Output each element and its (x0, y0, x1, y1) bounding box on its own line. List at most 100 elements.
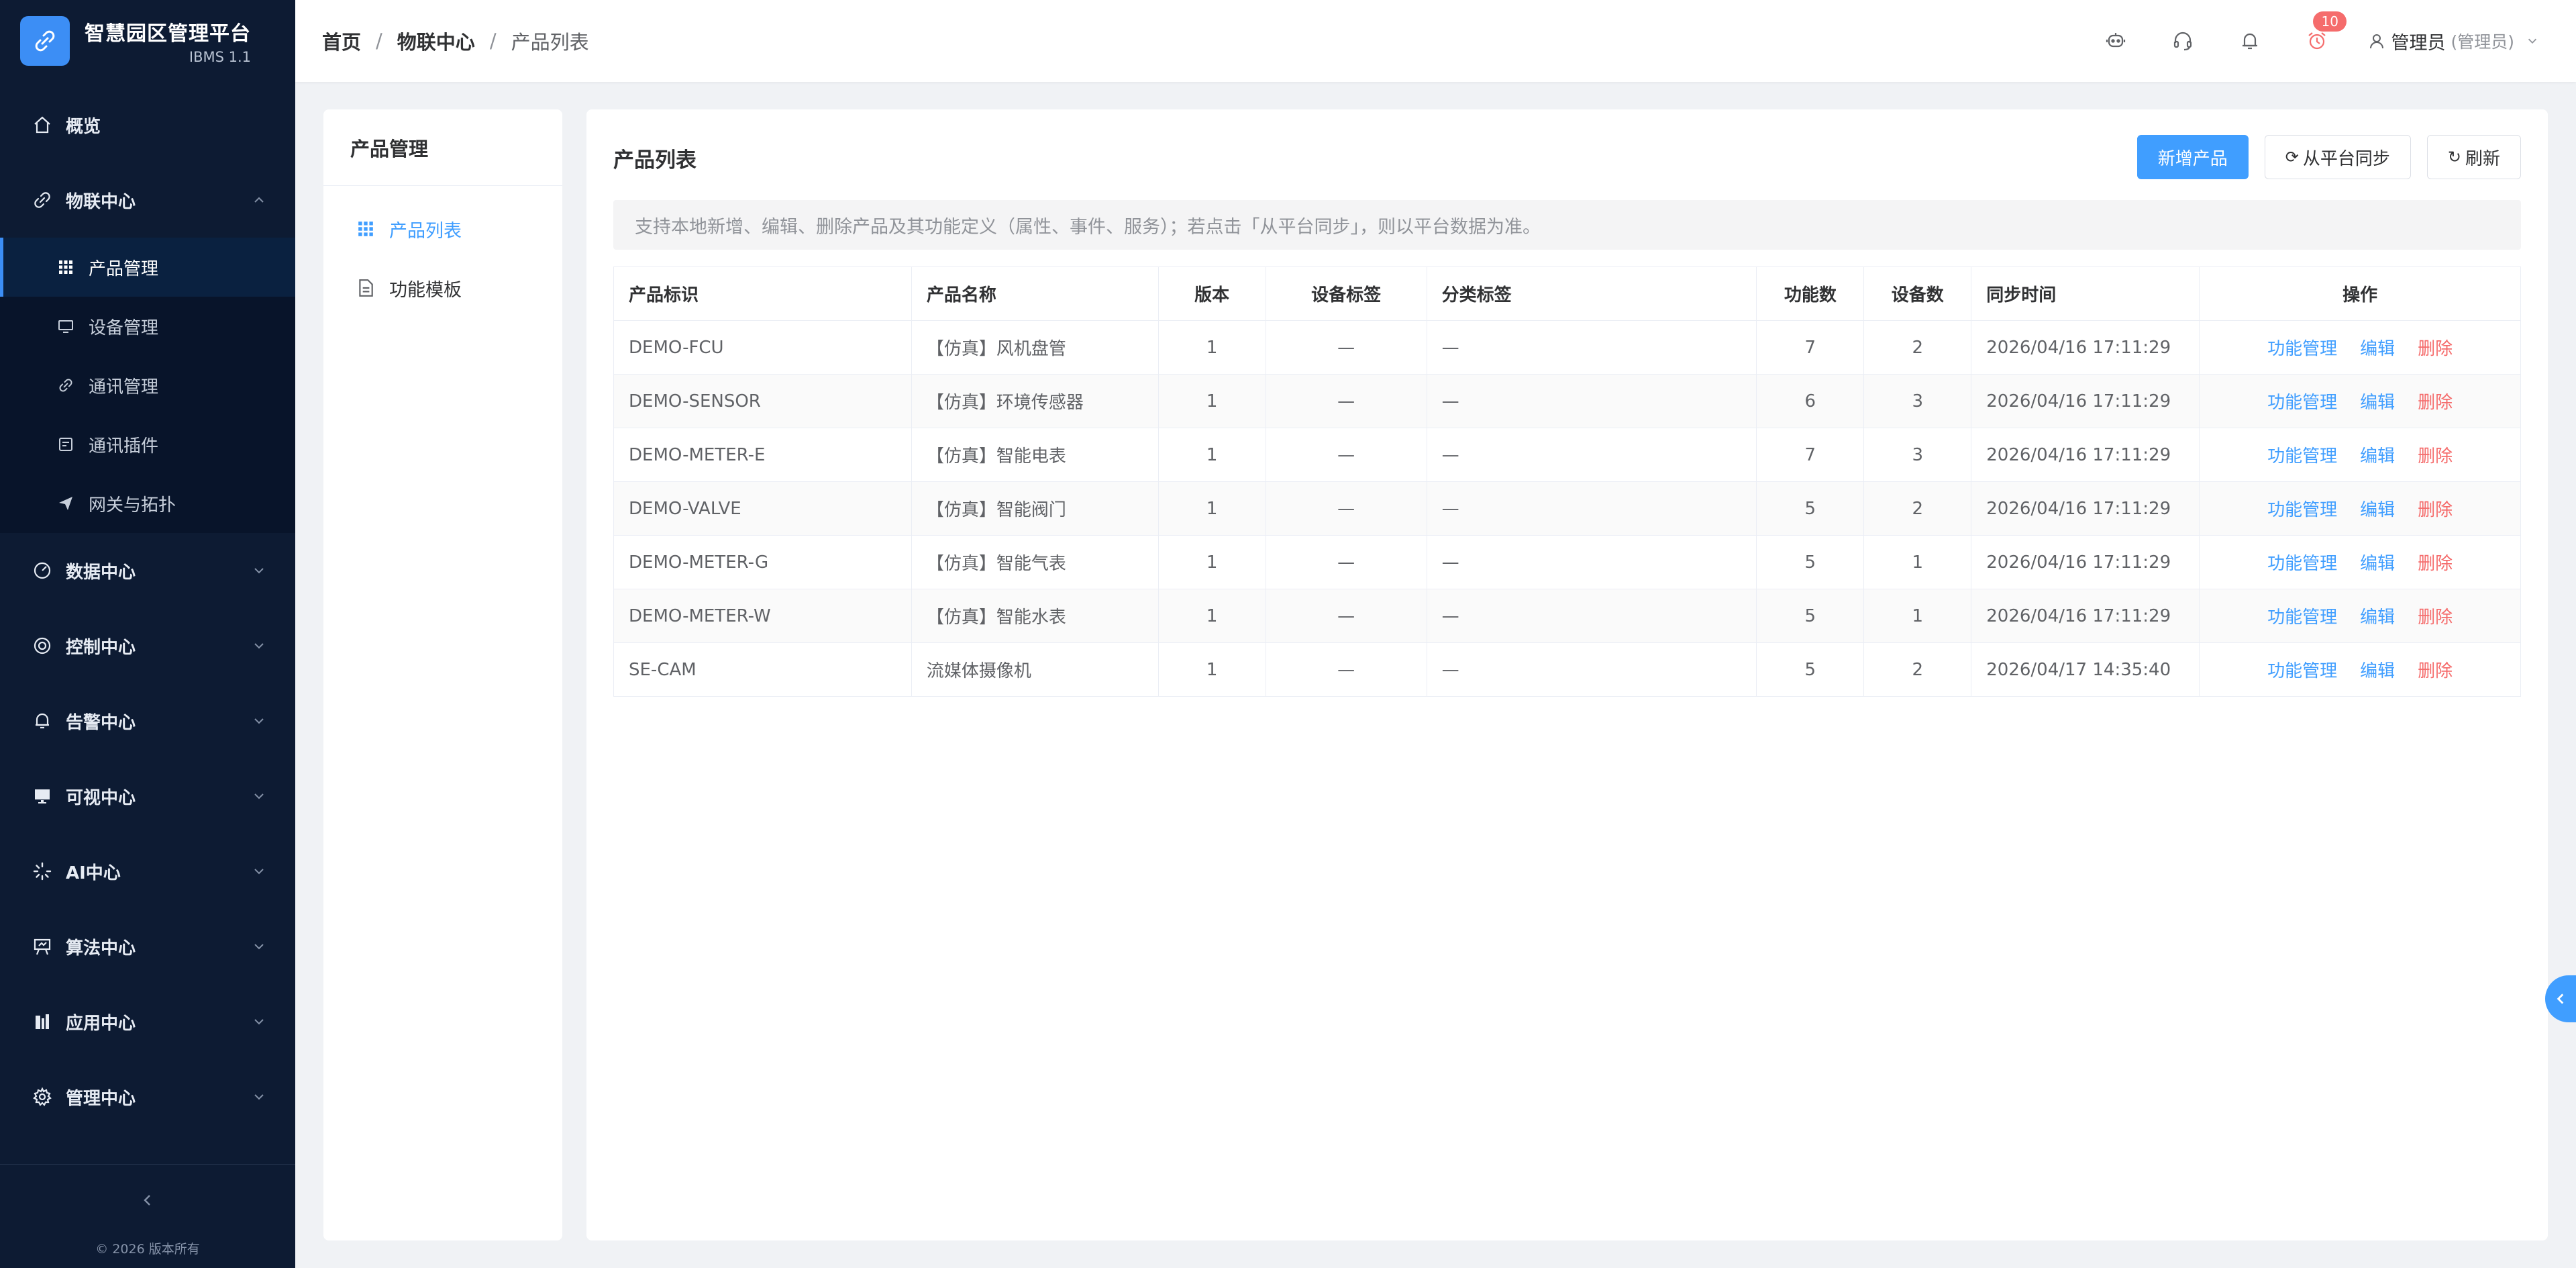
table-row[interactable]: SE-CAM 流媒体摄像机 1— —5 2 2026/04/17 14:35:40 功能管理… (613, 642, 2521, 697)
sidebar-item-device-management[interactable]: 设备管理 (0, 297, 295, 356)
sidebar-item-label: AI中心 (66, 863, 121, 883)
table-row[interactable]: DEMO-METER-E 【仿真】智能电表 1— —7 3 2026/04/16 17:1… (613, 428, 2521, 482)
feature-management-link[interactable]: 功能管理 (2267, 554, 2337, 574)
edit-link[interactable]: 编辑 (2360, 500, 2395, 520)
bell-icon (31, 710, 54, 732)
column-header[interactable]: 分类标签 (1426, 266, 1757, 321)
sidebar-item-label: 通讯管理 (89, 377, 159, 397)
delete-link[interactable]: 删除 (2418, 500, 2453, 520)
cell-devices: 1 (1863, 535, 1972, 589)
edit-link[interactable]: 编辑 (2360, 339, 2395, 359)
cell-actions: 功能管理 编辑 删除 (2199, 428, 2521, 482)
table-row[interactable]: DEMO-VALVE 【仿真】智能阀门 1— —5 2 2026/04/16 17:11:… (613, 481, 2521, 536)
sync-platform-button[interactable]: ⟳ 从平台同步 (2264, 135, 2411, 179)
feature-management-link[interactable]: 功能管理 (2267, 607, 2337, 628)
cell-id: DEMO-FCU (613, 320, 912, 375)
column-header[interactable]: 同步时间 (1971, 266, 2200, 321)
sidebar-item-label: 控制中心 (66, 637, 136, 658)
cell-version: 1 (1157, 481, 1266, 536)
feature-management-link[interactable]: 功能管理 (2267, 500, 2337, 520)
edit-link[interactable]: 编辑 (2360, 554, 2395, 574)
chevron-down-icon (254, 944, 264, 950)
sidebar-item-data-center[interactable]: 数据中心 (0, 533, 295, 608)
monitor-icon (56, 317, 75, 336)
sidebar-item-control-center[interactable]: 控制中心 (0, 608, 295, 683)
chevron-down-icon (254, 1094, 264, 1100)
refresh-icon: ↻ (2447, 148, 2461, 166)
sidebar-item-admin-center[interactable]: 管理中心 (0, 1059, 295, 1134)
chevron-down-icon (254, 568, 264, 574)
column-header[interactable]: 产品标识 (613, 266, 912, 321)
column-header[interactable]: 版本 (1157, 266, 1266, 321)
sidebar-item-overview[interactable]: 概览 (0, 87, 295, 162)
target-icon (31, 634, 54, 657)
table-row[interactable]: DEMO-FCU 【仿真】风机盘管 1— —7 2 2026/04/16 17:11:29… (613, 320, 2521, 375)
sidebar-item-gateway-topology[interactable]: 网关与拓扑 (0, 474, 295, 533)
add-product-button[interactable]: 新增产品 (2136, 135, 2249, 179)
edit-link[interactable]: 编辑 (2360, 446, 2395, 467)
feature-management-link[interactable]: 功能管理 (2267, 393, 2337, 413)
cell-device-tag: — (1265, 642, 1427, 697)
edit-link[interactable]: 编辑 (2360, 607, 2395, 628)
cell-sync-time: 2026/04/16 17:11:29 (1971, 374, 2200, 428)
sidebar-item-visual-center[interactable]: 可视中心 (0, 759, 295, 834)
cell-devices: 2 (1863, 320, 1972, 375)
chevron-down-icon (254, 869, 264, 875)
table-row[interactable]: DEMO-METER-W 【仿真】智能水表 1— —5 1 2026/04/16 17:1… (613, 589, 2521, 643)
panel-item-product-list[interactable]: 产品列表 (323, 199, 562, 258)
user-menu[interactable]: 管理员 (管理员) (2368, 28, 2538, 54)
cell-features: 5 (1756, 535, 1865, 589)
sidebar-item-iot[interactable]: 物联中心 (0, 162, 295, 238)
sidebar-item-ai-center[interactable]: AI中心 (0, 834, 295, 909)
cell-name: 【仿真】智能水表 (911, 589, 1159, 643)
breadcrumb-home[interactable]: 首页 (322, 27, 361, 55)
toolbar: 新增产品 ⟳ 从平台同步 ↻ 刷新 (2121, 135, 2521, 179)
delete-link[interactable]: 删除 (2418, 446, 2453, 467)
delete-link[interactable]: 删除 (2418, 393, 2453, 413)
notification-bell-icon[interactable] (2236, 28, 2263, 54)
grid-icon (356, 219, 376, 239)
refresh-button[interactable]: ↻ 刷新 (2426, 135, 2521, 179)
delete-link[interactable]: 删除 (2418, 607, 2453, 628)
feature-management-link[interactable]: 功能管理 (2267, 446, 2337, 467)
collapse-sidebar-icon[interactable] (138, 1190, 158, 1210)
expand-panel-button[interactable] (2545, 975, 2576, 1022)
sidebar-item-label: 设备管理 (89, 318, 159, 338)
cell-actions: 功能管理 编辑 删除 (2199, 481, 2521, 536)
column-header[interactable]: 设备数 (1863, 266, 1972, 321)
alarm-badge: 10 (2313, 11, 2347, 32)
grid-icon (56, 258, 75, 277)
feature-management-link[interactable]: 功能管理 (2267, 339, 2337, 359)
headset-icon[interactable] (2169, 28, 2196, 54)
edit-link[interactable]: 编辑 (2360, 661, 2395, 681)
sidebar-item-label: 产品管理 (89, 258, 159, 279)
chevron-down-icon (254, 718, 264, 724)
breadcrumb-iot[interactable]: 物联中心 (397, 27, 475, 55)
sidebar-item-app-center[interactable]: 应用中心 (0, 984, 295, 1059)
cell-id: DEMO-METER-E (613, 428, 912, 482)
delete-link[interactable]: 删除 (2418, 661, 2453, 681)
table-row[interactable]: DEMO-SENSOR 【仿真】环境传感器 1— —6 3 2026/04/16 17:1… (613, 374, 2521, 428)
delete-link[interactable]: 删除 (2418, 554, 2453, 574)
link-icon (56, 376, 75, 395)
column-header[interactable]: 产品名称 (911, 266, 1159, 321)
sidebar-item-alarm-center[interactable]: 告警中心 (0, 683, 295, 759)
edit-link[interactable]: 编辑 (2360, 393, 2395, 413)
panel-item-feature-templates[interactable]: 功能模板 (323, 258, 562, 318)
feature-management-link[interactable]: 功能管理 (2267, 661, 2337, 681)
sidebar-item-comm-management[interactable]: 通讯管理 (0, 356, 295, 415)
sidebar-item-comm-plugins[interactable]: 通讯插件 (0, 415, 295, 474)
cell-devices: 1 (1863, 589, 1972, 643)
column-header[interactable]: 功能数 (1756, 266, 1865, 321)
alarm-clock-icon[interactable]: 10 (2304, 11, 2347, 54)
table-row[interactable]: DEMO-METER-G 【仿真】智能气表 1— —5 1 2026/04/16 17:1… (613, 535, 2521, 589)
delete-link[interactable]: 删除 (2418, 339, 2453, 359)
sidebar-item-product-management[interactable]: 产品管理 (0, 238, 295, 297)
product-table: 产品标识 产品名称 版本 设备标签 分类标签 功能数 设备数 同步时间 操作 D… (613, 266, 2521, 697)
column-header[interactable]: 设备标签 (1265, 266, 1427, 321)
robot-icon[interactable] (2102, 28, 2129, 54)
cell-features: 7 (1756, 428, 1865, 482)
sidebar-item-algorithm-center[interactable]: 算法中心 (0, 909, 295, 984)
sidebar-menu: 概览 物联中心 产品管理 设备管理 通讯管理 通讯插件 网关与拓扑 数据中心 控… (0, 87, 295, 1134)
user-icon (2370, 34, 2384, 49)
